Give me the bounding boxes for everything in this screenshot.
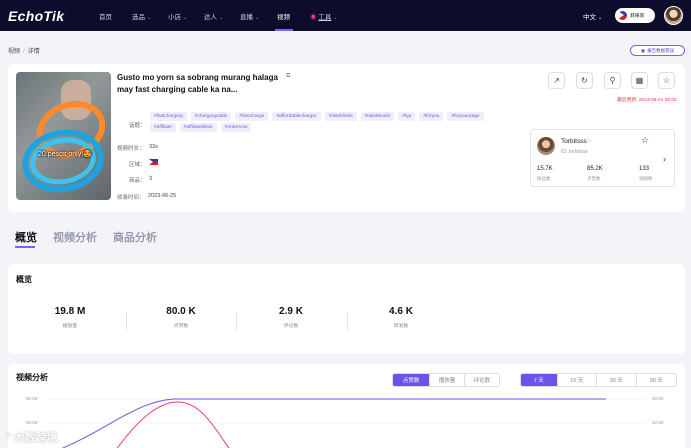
- video-analysis-card: 视频分析 点赞数 播放量 评论数 7 天 15 天 30 天 90 天 80.0…: [8, 364, 685, 448]
- nav-creators[interactable]: 达人 ⌄: [204, 11, 223, 21]
- video-info-card: 20 pesos only!😍 Gusto mo yorn sa sobrang…: [8, 64, 685, 212]
- divider: [347, 312, 348, 330]
- nav-videos[interactable]: 视频: [277, 11, 290, 21]
- link-button[interactable]: ⚲: [604, 72, 621, 89]
- likes-value: 80.0 K: [166, 306, 196, 317]
- share-button[interactable]: ↗: [548, 72, 565, 89]
- globe-icon: ◉: [310, 14, 317, 21]
- tab-active-indicator: [15, 246, 35, 248]
- user-avatar[interactable]: [664, 6, 683, 25]
- overview-title: 概览: [16, 275, 32, 284]
- views-label: 播放量: [62, 324, 78, 329]
- nav-products[interactable]: 选品 ⌄: [132, 11, 151, 21]
- philippines-flag-icon: [618, 11, 627, 20]
- breadcrumb-detail: 详情: [27, 49, 40, 55]
- echotik-logo[interactable]: EchoTik: [8, 8, 64, 24]
- hashtag[interactable]: #chargingcable: [190, 112, 232, 121]
- chevron-down-icon: ⌄: [183, 15, 188, 21]
- chevron-down-icon: ⌄: [255, 15, 260, 21]
- tab-video-analysis[interactable]: 视频分析: [53, 229, 97, 245]
- divider: [126, 312, 127, 330]
- breadcrumb: 视频 / 详情: [8, 49, 40, 55]
- language-select[interactable]: 中文 ⌄: [583, 11, 602, 21]
- creator-likes-label: 点赞数: [587, 176, 601, 181]
- creator-videos-label: 视频数: [639, 176, 653, 181]
- trend-chart: [48, 398, 646, 448]
- hashtag[interactable]: #tiktokfinds: [324, 112, 357, 121]
- nav-live[interactable]: 直播 ⌄: [240, 11, 259, 21]
- external-link-icon[interactable]: ⧉: [286, 73, 290, 80]
- report-icon: ▣: [640, 47, 646, 53]
- shares-label: 转发数: [393, 324, 409, 329]
- nav-home[interactable]: 首页: [99, 11, 112, 21]
- hashtag[interactable]: #affiliatetiktok: [179, 123, 217, 132]
- region-flag-icon: [149, 159, 158, 165]
- hashtag[interactable]: #tiktokbudol: [360, 112, 395, 121]
- secondary-series-line: [116, 401, 230, 448]
- hashtag[interactable]: #affiliate: [150, 123, 176, 132]
- hashtag-list: #fastcharging #chargingcable #fastcharge…: [150, 112, 495, 132]
- collected-value: 2023-06-25: [148, 193, 177, 199]
- hashtag[interactable]: #fastcharge: [235, 112, 269, 121]
- creator-card[interactable]: Torbitsss♡ ID: torbitsss ☆ 15.7K 粉丝数 85.…: [530, 129, 675, 187]
- products-value: 3: [149, 176, 153, 182]
- chevron-down-icon: ⌄: [333, 15, 338, 21]
- report-data-error-button[interactable]: ▣ 报告数据错误: [630, 45, 685, 56]
- video-thumbnail[interactable]: 20 pesos only!😍: [16, 72, 111, 200]
- creator-id: ID: torbitsss: [561, 149, 588, 155]
- creator-avatar: [537, 137, 555, 155]
- refresh-icon: ↻: [581, 76, 588, 85]
- watermark-logo-icon: °: [6, 432, 11, 444]
- watermark: ° 大数跨境: [6, 432, 58, 444]
- link-icon: ⚲: [609, 76, 616, 85]
- share-icon: ↗: [553, 76, 560, 85]
- nav-tools[interactable]: ◉ 工具 ⌄: [310, 11, 338, 21]
- duration-label: 视频时长：: [117, 146, 145, 152]
- creator-likes-value: 85.2K: [587, 166, 603, 172]
- products-label: 商品：: [129, 178, 146, 184]
- thumbnail-caption: 20 pesos only!😍: [38, 151, 92, 158]
- last-updated: 最后更新: 2023-08-01 00:00: [617, 98, 677, 103]
- comments-value: 2.9 K: [279, 306, 303, 317]
- creator-followers-label: 粉丝数: [537, 176, 551, 181]
- topics-label: 话题：: [129, 123, 146, 129]
- tab-overview[interactable]: 概览: [15, 229, 37, 245]
- creator-videos-value: 133: [639, 166, 650, 172]
- chevron-right-icon[interactable]: ›: [663, 154, 666, 164]
- tab-product-analysis[interactable]: 商品分析: [113, 229, 157, 245]
- hashtag[interactable]: #fyp: [398, 112, 416, 121]
- likes-label: 点赞数: [173, 324, 189, 329]
- views-value: 19.8 M: [54, 306, 86, 317]
- nav-active-indicator: [275, 29, 293, 31]
- refresh-button[interactable]: ↻: [576, 72, 593, 89]
- chevron-down-icon: ⌄: [147, 15, 152, 21]
- chevron-down-icon: ⌄: [219, 15, 224, 21]
- favorite-button[interactable]: ☆: [658, 72, 675, 89]
- follow-star-icon[interactable]: ☆: [641, 135, 649, 146]
- creator-followers-value: 15.7K: [537, 166, 553, 172]
- collected-label: 收录时间：: [117, 195, 145, 201]
- country-select[interactable]: 菲律宾: [615, 8, 655, 23]
- hashtag[interactable]: #foryourpage: [447, 112, 484, 121]
- hashtag[interactable]: #foryou: [419, 112, 444, 121]
- video-title: Gusto mo yorn sa sobrang murang halaga m…: [117, 73, 278, 94]
- qrcode-button[interactable]: ▦: [631, 72, 648, 89]
- likes-series-line: [61, 398, 606, 448]
- qrcode-icon: ▦: [635, 76, 644, 85]
- divider: [236, 312, 237, 330]
- overview-card: 概览 19.8 M 播放量 80.0 K 点赞数 2.9 K 评论数 4.6 K…: [8, 264, 685, 354]
- region-label: 区域：: [129, 162, 146, 168]
- hashtag[interactable]: #affordablecharger: [272, 112, 321, 121]
- nav-shops[interactable]: 小店 ⌄: [168, 11, 187, 21]
- top-nav: EchoTik 首页 选品 ⌄ 小店 ⌄ 达人 ⌄ 直播 ⌄ 视频 ◉ 工具 ⌄ 中文 ⌄ …: [0, 0, 691, 31]
- creator-name: Torbitsss♡: [561, 138, 592, 145]
- star-icon: ☆: [662, 76, 671, 85]
- shares-value: 4.6 K: [389, 306, 413, 317]
- comments-label: 评论数: [283, 324, 299, 329]
- hashtag[interactable]: #ordernow: [220, 123, 252, 132]
- duration-value: 33s: [149, 144, 158, 150]
- breadcrumb-videos[interactable]: 视频: [8, 49, 20, 55]
- hashtag[interactable]: #fastcharging: [150, 112, 187, 121]
